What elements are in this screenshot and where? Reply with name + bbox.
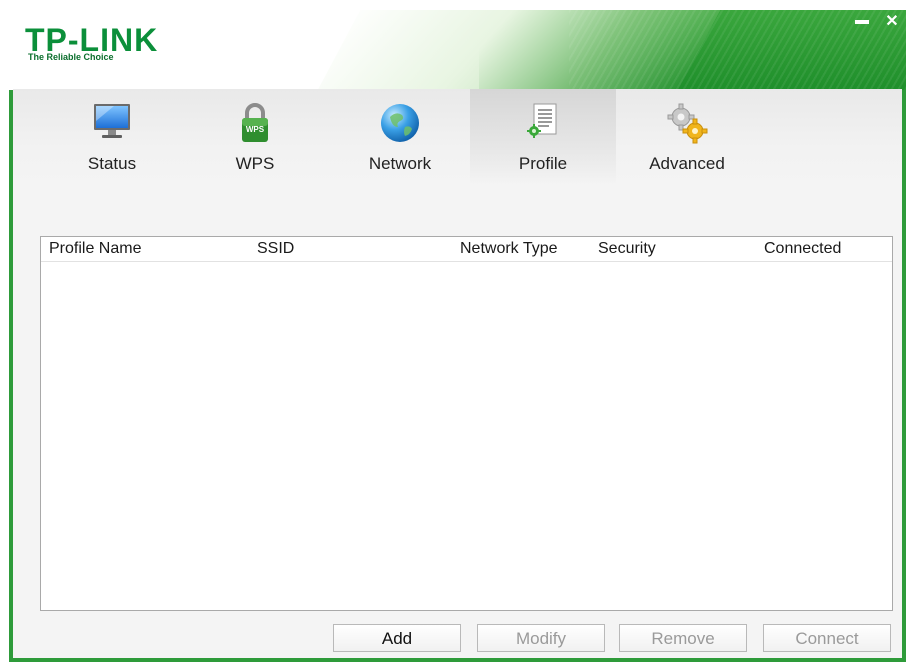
logo-brand: TP-LINK: [25, 22, 159, 58]
svg-text:WPS: WPS: [246, 125, 265, 134]
tab-network-label: Network: [368, 154, 432, 173]
close-button[interactable]: ✕: [878, 10, 906, 32]
profile-document-icon: [519, 99, 567, 147]
logo-tagline: The Reliable Choice: [28, 52, 114, 62]
tab-profile[interactable]: Profile: [470, 89, 616, 184]
connect-button[interactable]: Connect: [763, 624, 891, 652]
main-panel: Status WPS WPS Network Profile Advanced …: [13, 89, 902, 658]
modify-button[interactable]: Modify: [477, 624, 605, 652]
monitor-icon: [88, 99, 136, 147]
app-window: TP-LINK The Reliable Choice ✕ Status WPS…: [9, 10, 906, 662]
remove-button[interactable]: Remove: [619, 624, 747, 652]
tab-wps[interactable]: WPS WPS: [182, 89, 328, 184]
globe-icon: [376, 99, 424, 147]
gears-icon: [663, 99, 711, 147]
wps-lock-icon: WPS: [231, 99, 279, 147]
tab-advanced-label: Advanced: [649, 154, 725, 173]
tab-status[interactable]: Status: [39, 89, 185, 184]
close-icon: ✕: [885, 13, 899, 30]
column-header-profile-name[interactable]: Profile Name: [49, 240, 141, 258]
tab-wps-label: WPS: [235, 154, 275, 173]
tab-network[interactable]: Network: [327, 89, 473, 184]
tab-advanced[interactable]: Advanced: [614, 89, 760, 184]
tab-profile-label: Profile: [518, 154, 568, 173]
profile-table[interactable]: Profile Name SSID Network Type Security …: [40, 236, 893, 611]
table-header: Profile Name SSID Network Type Security …: [41, 237, 892, 262]
column-header-connected[interactable]: Connected: [764, 240, 841, 258]
tab-status-label: Status: [87, 154, 137, 173]
minimize-button[interactable]: [848, 10, 876, 32]
column-header-ssid[interactable]: SSID: [257, 240, 294, 258]
column-header-network-type[interactable]: Network Type: [460, 240, 558, 258]
title-bar: TP-LINK The Reliable Choice ✕: [9, 10, 906, 90]
window-controls: ✕: [848, 10, 906, 32]
tab-bar: Status WPS WPS Network Profile Advanced: [13, 89, 902, 189]
column-header-security[interactable]: Security: [598, 240, 656, 258]
minimize-icon: [855, 20, 869, 24]
add-button[interactable]: Add: [333, 624, 461, 652]
tp-link-logo: TP-LINK The Reliable Choice: [25, 22, 159, 62]
